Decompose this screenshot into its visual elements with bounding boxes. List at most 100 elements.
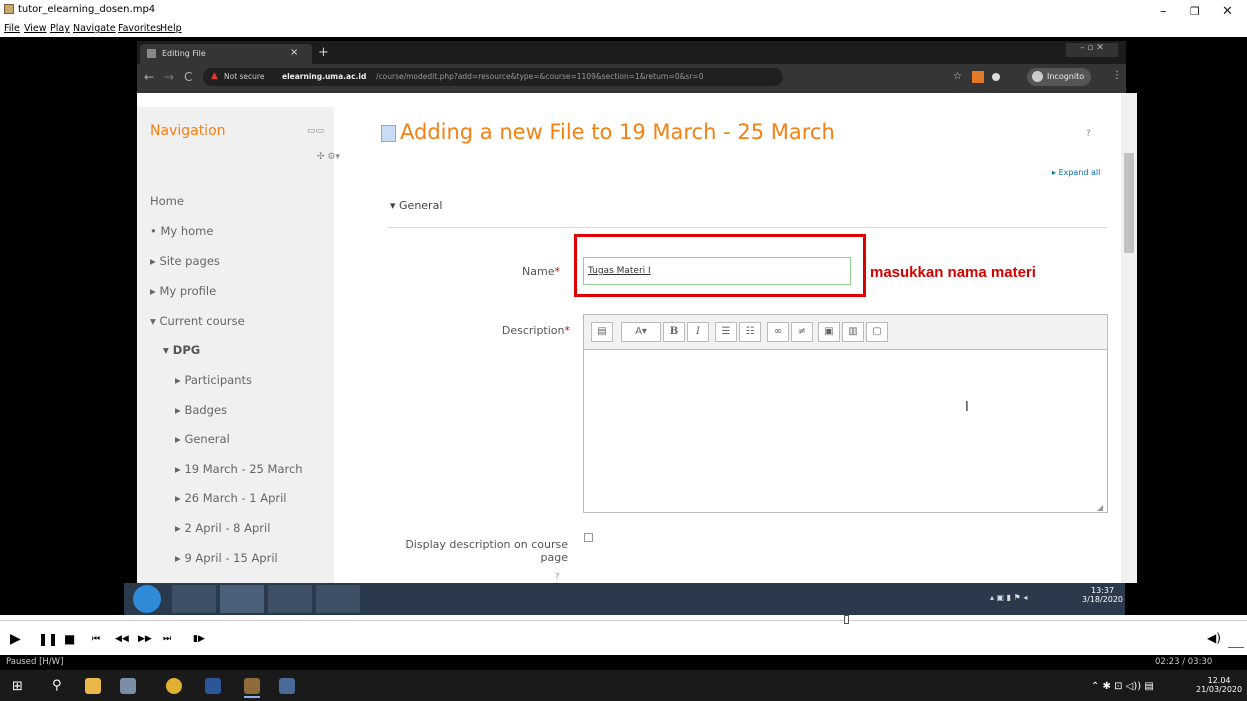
menu-file[interactable]: File	[4, 23, 20, 34]
toolbar-toggle-icon[interactable]: ▤	[591, 322, 613, 342]
nav-item-participants[interactable]: ▸ Participants	[175, 373, 252, 387]
menu-favorites[interactable]: Favorites	[118, 23, 161, 34]
nav-item-current-course[interactable]: ▾ Current course	[150, 314, 245, 328]
recorder-icon[interactable]	[316, 585, 360, 613]
resize-handle-icon[interactable]: ◢	[1097, 503, 1103, 512]
unlink-icon[interactable]: ≠	[791, 322, 813, 342]
media-icon[interactable]: ▥	[842, 322, 864, 342]
browser-window-controls[interactable]: – ▫ ✕	[1066, 43, 1118, 57]
recorded-clock: 13:37 3/18/2020	[1082, 586, 1123, 604]
extension-icon[interactable]	[972, 71, 984, 83]
browser-tab[interactable]: Editing File ×	[140, 44, 312, 64]
windows-start-icon[interactable]: ⊞	[12, 679, 23, 694]
italic-icon[interactable]: I	[687, 322, 709, 342]
word-icon[interactable]	[205, 678, 221, 694]
recorded-date: 3/18/2020	[1082, 595, 1124, 604]
menu-play[interactable]: Play	[50, 23, 70, 34]
recorder-icon[interactable]	[279, 678, 295, 694]
numbered-list-icon[interactable]: ☷	[739, 322, 761, 342]
name-label-text: Name	[522, 265, 555, 278]
file-explorer-icon[interactable]	[85, 678, 101, 694]
bullet-list-icon[interactable]: ☰	[715, 322, 737, 342]
volume-icon[interactable]: ◀)	[1207, 631, 1221, 645]
paragraph-style-icon[interactable]: A▾	[621, 322, 661, 342]
nav-item-week-3[interactable]: ▸ 2 April - 8 April	[175, 521, 270, 535]
nav-item-week-1[interactable]: ▸ 19 March - 25 March	[175, 462, 303, 476]
required-icon: *	[564, 324, 571, 337]
incognito-badge[interactable]: Incognito	[1027, 68, 1091, 86]
nav-item-label: My home	[160, 224, 214, 238]
bold-icon[interactable]: B	[663, 322, 685, 342]
chrome-icon[interactable]	[166, 678, 182, 694]
nav-item-badges[interactable]: ▸ Badges	[175, 403, 227, 417]
media-player-icon[interactable]	[244, 678, 260, 694]
link-icon[interactable]: ∞	[767, 322, 789, 342]
help-icon[interactable]: ?	[555, 572, 559, 581]
required-icon: *	[554, 265, 561, 278]
pause-icon[interactable]: ❚❚	[38, 632, 58, 646]
section-divider	[387, 227, 1107, 228]
block-actions-icon[interactable]: ✣ ⚙▾	[317, 152, 340, 162]
rewind-icon[interactable]: ◀◀	[115, 634, 129, 644]
section-general[interactable]: ▾ General	[390, 199, 442, 212]
play-icon[interactable]: ▶	[10, 631, 21, 647]
section-label: General	[399, 199, 443, 212]
start-orb-icon[interactable]	[133, 585, 161, 613]
nav-item-my-profile[interactable]: ▸ My profile	[150, 284, 216, 298]
security-label[interactable]: Not secure	[224, 72, 264, 81]
nav-item-my-home[interactable]: • My home	[150, 224, 213, 238]
seek-thumb[interactable]	[844, 615, 849, 624]
tab-title: Editing File	[162, 49, 206, 58]
minimize-icon[interactable]: –	[1160, 4, 1167, 19]
close-icon[interactable]: ✕	[1222, 4, 1233, 19]
nav-item-week-2[interactable]: ▸ 26 March - 1 April	[175, 491, 287, 505]
restore-icon[interactable]: ❐	[1190, 5, 1200, 18]
incognito-label: Incognito	[1047, 72, 1085, 81]
scrollbar-thumb[interactable]	[1124, 153, 1134, 253]
frame-step-icon[interactable]: ▮▶	[193, 634, 205, 644]
navigation-title: Navigation	[150, 123, 226, 139]
app-icon[interactable]	[120, 678, 136, 694]
app-icon[interactable]	[268, 585, 312, 613]
chrome-icon[interactable]	[220, 585, 264, 613]
expand-all-link[interactable]: ▸ Expand all	[1052, 168, 1100, 177]
menu-view[interactable]: View	[24, 23, 47, 34]
app-icon[interactable]	[364, 585, 394, 613]
tab-close-icon[interactable]: ×	[290, 47, 298, 58]
new-tab-icon[interactable]: +	[318, 45, 329, 60]
nav-item-general[interactable]: ▸ General	[175, 432, 230, 446]
previous-icon[interactable]: ⏮	[92, 634, 100, 644]
player-title-bar: tutor_elearning_dosen.mp4 – ❐ ✕	[0, 0, 1247, 22]
nav-item-home[interactable]: Home	[150, 194, 184, 208]
star-icon[interactable]: ☆	[953, 71, 962, 82]
seek-track	[0, 620, 1247, 621]
volume-slider[interactable]	[1228, 633, 1244, 648]
nav-item-week-4[interactable]: ▸ 9 April - 15 April	[175, 551, 278, 565]
image-icon[interactable]: ▣	[818, 322, 840, 342]
browser-menu-icon[interactable]: ⋮	[1112, 70, 1122, 81]
search-icon[interactable]: ⚲	[52, 678, 62, 693]
back-icon[interactable]: ←	[144, 70, 154, 84]
nav-item-dpg[interactable]: ▾ DPG	[163, 343, 200, 357]
next-icon[interactable]: ⏭	[163, 634, 171, 644]
stop-icon[interactable]: ■	[64, 632, 75, 646]
address-bar[interactable]: ▲ Not secure elearning.uma.ac.id /course…	[203, 68, 783, 86]
file-manager-icon[interactable]: ▢	[866, 322, 888, 342]
menu-navigate[interactable]: Navigate	[73, 23, 116, 34]
forward-icon[interactable]: →	[164, 70, 174, 84]
nav-item-site-pages[interactable]: ▸ Site pages	[150, 254, 220, 268]
player-status-bar: Paused [H/W] 02:23 / 03:30	[0, 655, 1247, 670]
extension-dot-icon[interactable]	[992, 73, 1000, 81]
help-icon[interactable]: ?	[1086, 129, 1091, 139]
tray-icons[interactable]: ▴ ▣ ▮ ⚑ ◂	[990, 593, 1027, 602]
explorer-icon[interactable]	[172, 585, 216, 613]
reload-icon[interactable]: C	[184, 70, 192, 84]
dock-icon[interactable]: ▭▭	[307, 126, 324, 136]
incognito-icon	[1032, 71, 1043, 82]
fast-forward-icon[interactable]: ▶▶	[138, 634, 152, 644]
seek-bar[interactable]	[0, 615, 1247, 625]
menu-help[interactable]: Help	[160, 23, 182, 34]
page-scrollbar[interactable]	[1121, 93, 1137, 583]
display-description-checkbox[interactable]	[584, 533, 593, 542]
system-tray-icons[interactable]: ⌃ ✱ ⊡ ◁)) ▤	[1091, 681, 1154, 692]
